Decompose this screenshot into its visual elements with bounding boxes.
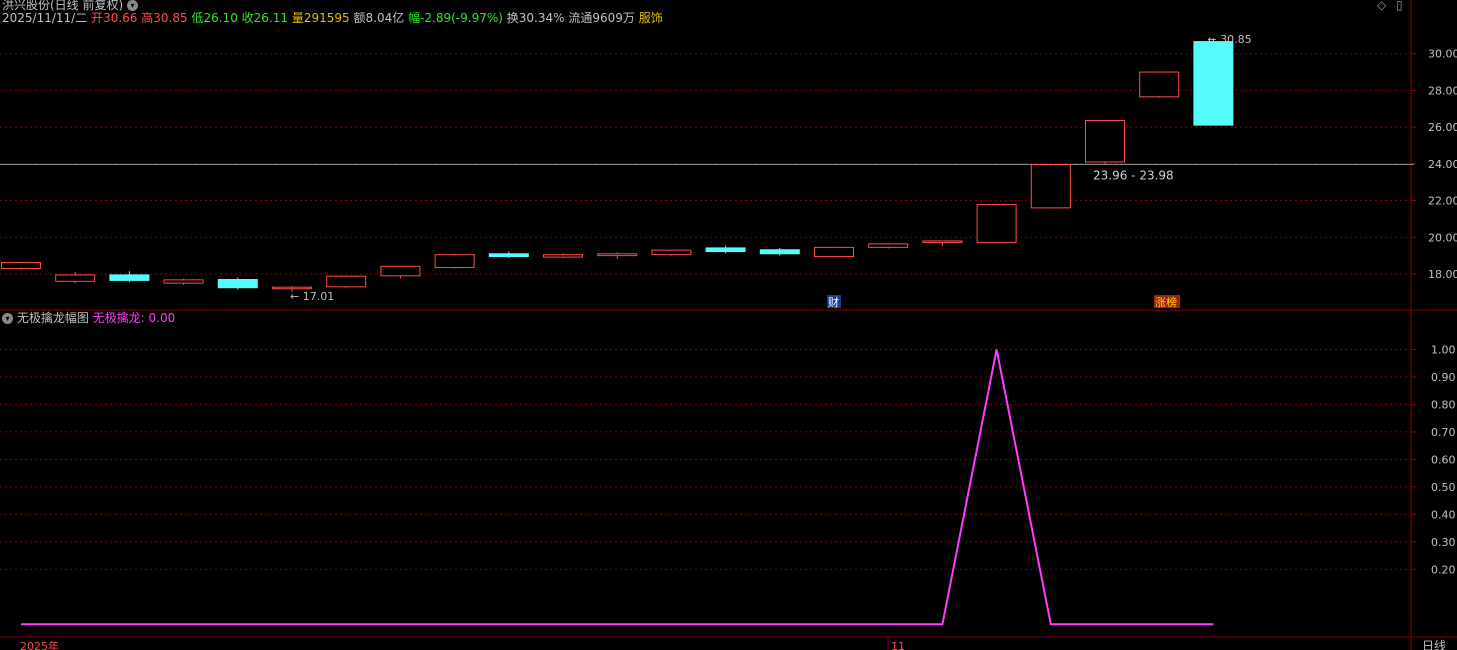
low-price-marker: ← 17.01 — [290, 290, 334, 303]
candle-body-up — [163, 279, 204, 284]
candle-body-down — [109, 274, 150, 281]
limit-board-badge-label: 涨榜 — [1155, 295, 1177, 309]
finance-badge-label: 财 — [828, 295, 839, 309]
indicator-name[interactable]: 无极擒龙幅图 — [17, 311, 89, 325]
open-label: 开 — [91, 11, 104, 25]
candle-body-down — [488, 253, 529, 258]
diamond-icon[interactable]: ◇ — [1377, 0, 1386, 12]
indicator-tick-label: 0.40 — [1431, 508, 1456, 521]
indicator-tick-label: 0.20 — [1431, 563, 1456, 576]
candle-body-up — [868, 243, 909, 248]
open-value: 30.66 — [103, 11, 138, 25]
price-tick-label: 24.00 — [1428, 158, 1457, 171]
candle-body-down — [1193, 41, 1234, 126]
float-shares-value: 流通9609万 — [568, 11, 635, 25]
chevron-down-icon[interactable]: ▾ — [2, 313, 13, 324]
turnover-value: 换30.34% — [506, 11, 565, 25]
candle-body-up — [434, 254, 475, 269]
high-value: 30.85 — [153, 11, 188, 25]
candle-body-down — [217, 278, 258, 289]
indicator-tick-label: 0.70 — [1431, 426, 1456, 439]
month-axis-label: 11 — [891, 640, 905, 650]
candle-body-up — [55, 274, 96, 282]
low-value: 26.10 — [203, 11, 238, 25]
candle-body-up — [1, 262, 41, 269]
close-value: 26.11 — [253, 11, 289, 25]
candle-body-up — [814, 246, 854, 258]
candle-body-up — [1030, 164, 1071, 209]
change-value: 幅-2.89(-9.97%) — [408, 11, 503, 25]
bar-date: 2025/11/11/二 — [2, 11, 88, 25]
indicator-title-row: ▾ 无极擒龙幅图 无极擒龙: 0.00 — [2, 311, 175, 325]
candle-body-up — [976, 204, 1017, 243]
high-label: 高 — [141, 11, 154, 25]
candle-body-up — [326, 275, 367, 288]
high-price-marker: ← 30.85 — [1207, 33, 1251, 46]
indicator-tick-label: 0.50 — [1431, 481, 1456, 494]
indicator-tick-label: 0.30 — [1431, 536, 1456, 549]
indicator-tick-label: 0.60 — [1431, 453, 1456, 466]
volume-value: 291595 — [303, 11, 350, 25]
low-label: 低 — [191, 11, 204, 25]
candle-body-up — [380, 265, 421, 277]
candle-body-up — [1139, 71, 1180, 98]
candle-body-down — [759, 249, 800, 255]
price-tick-label: 22.00 — [1428, 195, 1457, 208]
candle-body-up — [543, 254, 583, 258]
chart-canvas[interactable]: 18.00 20.00 22.00 24.00 26.00 28.00 30.00 0.20 0… — [0, 0, 1457, 650]
candle-body-down — [705, 247, 746, 253]
price-tick-label: 18.00 — [1428, 268, 1457, 281]
year-axis-label: 2025年 — [20, 639, 59, 650]
close-label: 收 — [241, 11, 254, 25]
candle-body-up — [597, 253, 638, 257]
menu-toggle-icon[interactable]: ▯ — [1396, 0, 1403, 12]
indicator-tick-label: 0.90 — [1431, 371, 1456, 384]
chevron-down-icon[interactable]: ▾ — [127, 0, 139, 11]
sector-link[interactable]: 服饰 — [639, 11, 663, 25]
crosshair-price-label: 23.96 - 23.98 — [1093, 168, 1174, 182]
candle-body-up — [922, 240, 963, 243]
price-tick-label: 30.00 — [1428, 48, 1457, 61]
price-tick-label: 26.00 — [1428, 121, 1457, 134]
period-label: 日线 — [1422, 639, 1446, 650]
candle-body-up — [272, 286, 312, 290]
price-tick-label: 28.00 — [1428, 84, 1457, 97]
amount-value: 额8.04亿 — [353, 11, 405, 25]
price-tick-label: 20.00 — [1428, 231, 1457, 244]
volume-label: 量 — [291, 11, 304, 25]
indicator-series-line — [21, 349, 1214, 626]
candle-body-up — [1085, 120, 1125, 163]
candle-body-up — [651, 249, 692, 256]
ohlc-info-bar: 2025/11/11/二 开30.66 高30.85 低26.10 收26.11… — [2, 11, 663, 25]
indicator-tick-label: 1.00 — [1431, 343, 1456, 356]
indicator-series-label: 无极擒龙: — [92, 311, 145, 325]
indicator-tick-label: 0.80 — [1431, 398, 1456, 411]
indicator-value: 0.00 — [148, 311, 176, 325]
